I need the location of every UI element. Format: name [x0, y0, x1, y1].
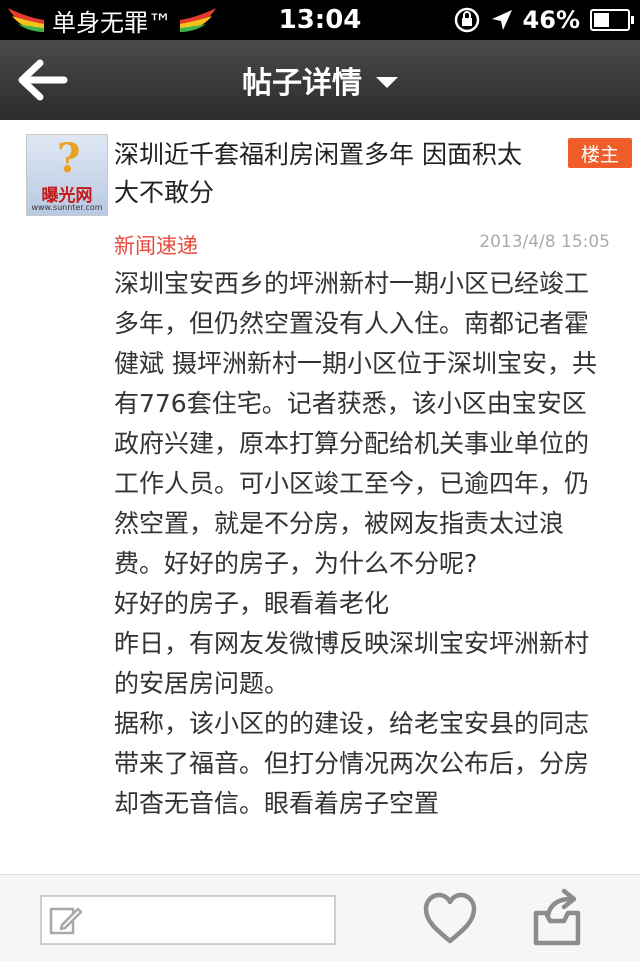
post-detail: ? 曝光网 www.sunnter.com 深圳近千套福利房闲置多年 因面积太大… [0, 120, 640, 874]
comment-input[interactable] [86, 897, 330, 945]
location-arrow-icon [491, 10, 512, 30]
post-paragraph: 据称，该小区的的建设，给老宝安县的同志带来了福音。但打分情况两次公布后，分房却杳… [114, 709, 590, 818]
post-paragraph: 深圳宝安西乡的坪洲新村一期小区已经竣工多年，但仍然空置没有人入住。南都记者霍健斌… [114, 269, 597, 578]
share-button[interactable] [528, 887, 588, 949]
edit-icon [49, 907, 82, 935]
status-bar: 单身无罪™ 13:04 46% [0, 0, 640, 40]
question-mark-icon: ? [57, 135, 81, 182]
bottom-toolbar [0, 874, 640, 961]
like-button[interactable] [420, 889, 480, 949]
status-right: 46% [453, 0, 634, 40]
post-category[interactable]: 新闻速递 [114, 230, 198, 260]
post-body: 深圳宝安西乡的坪洲新村一期小区已经竣工多年，但仍然空置没有人入住。南都记者霍健斌… [114, 264, 598, 824]
battery-icon [590, 9, 634, 31]
nav-title-dropdown[interactable]: 帖子详情 [0, 40, 640, 120]
rotation-lock-icon [454, 7, 479, 33]
post-paragraph: 昨日，有网友发微博反映深圳宝安坪洲新村的安居房问题。 [114, 629, 590, 698]
chevron-down-icon [376, 76, 398, 88]
op-badge: 楼主 [568, 138, 632, 168]
page-title: 帖子详情 [242, 66, 362, 101]
heart-icon [423, 892, 477, 944]
share-icon [533, 888, 581, 946]
post-timestamp: 2013/4/8 15:05 [479, 232, 610, 252]
avatar-url-text: www.sunnter.com [31, 203, 103, 212]
battery-percent: 46% [522, 6, 580, 34]
post-title: 深圳近千套福利房闲置多年 因面积太大不敢分 [114, 140, 522, 207]
post-paragraph: 好好的房子，眼看着老化 [114, 589, 390, 618]
avatar[interactable]: ? 曝光网 www.sunnter.com [26, 134, 108, 216]
battery-fill [594, 13, 609, 27]
navigation-bar: 帖子详情 [0, 40, 640, 120]
comment-box[interactable] [40, 895, 336, 945]
